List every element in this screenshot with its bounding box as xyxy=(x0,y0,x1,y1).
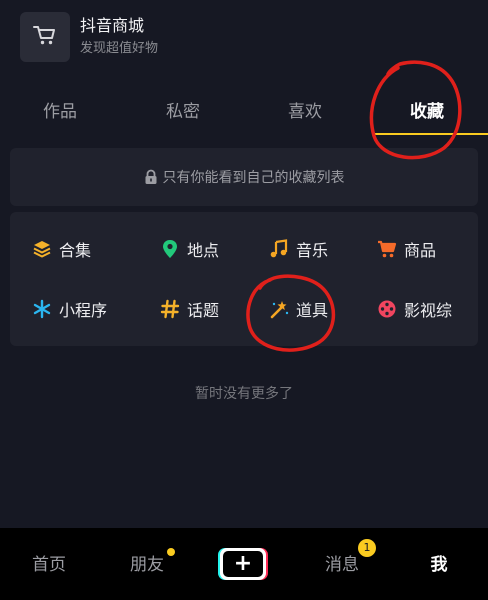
category-label: 道具 xyxy=(296,301,329,320)
category-label: 小程序 xyxy=(59,301,108,320)
category-label: 音乐 xyxy=(296,241,329,260)
nav-me[interactable]: 我 xyxy=(409,550,469,575)
category-label: 影视综 xyxy=(404,301,453,320)
hashtag-icon xyxy=(160,299,180,319)
film-reel-icon xyxy=(377,299,397,319)
music-note-icon xyxy=(269,239,289,259)
location-pin-icon xyxy=(160,239,180,259)
private-notice: 只有你能看到自己的收藏列表 xyxy=(10,148,478,206)
shop-entry[interactable]: 抖音商城 发现超值好物 xyxy=(20,12,158,62)
category-topics[interactable]: 话题 xyxy=(160,294,219,324)
lock-icon xyxy=(144,169,158,185)
category-collections[interactable]: 合集 xyxy=(32,234,91,264)
category-music[interactable]: 音乐 xyxy=(269,234,328,264)
nav-home[interactable]: 首页 xyxy=(19,550,79,575)
friends-notification-dot xyxy=(167,548,175,556)
shop-subtitle: 发现超值好物 xyxy=(80,41,159,56)
layers-icon xyxy=(32,239,52,259)
create-button[interactable]: + xyxy=(218,548,268,580)
shop-icon-box xyxy=(20,12,70,62)
category-film-tv[interactable]: 影视综 xyxy=(377,294,452,324)
category-label: 话题 xyxy=(187,301,220,320)
category-label: 合集 xyxy=(59,241,92,260)
bottom-nav: 首页 朋友 + 消息 1 我 xyxy=(0,528,488,600)
no-more-text: 暂时没有更多了 xyxy=(195,386,293,402)
tab-active-indicator xyxy=(372,133,488,135)
tab-likes[interactable]: 喜欢 xyxy=(265,92,345,132)
category-places[interactable]: 地点 xyxy=(160,234,219,264)
messages-badge: 1 xyxy=(358,539,376,557)
tab-works[interactable]: 作品 xyxy=(20,92,100,132)
shopping-cart-icon xyxy=(377,239,397,259)
favorites-category-grid: 合集 地点 音乐 商品 小程序 话题 道具 影视综 xyxy=(10,212,478,346)
category-label: 地点 xyxy=(187,241,220,260)
cart-icon xyxy=(32,23,58,51)
private-notice-text: 只有你能看到自己的收藏列表 xyxy=(162,170,345,186)
tab-private[interactable]: 私密 xyxy=(143,92,223,132)
plus-icon: + xyxy=(223,551,263,577)
magic-wand-icon xyxy=(269,299,289,319)
shop-title: 抖音商城 xyxy=(80,16,145,35)
category-label: 商品 xyxy=(404,241,437,260)
tab-favorites[interactable]: 收藏 xyxy=(387,92,467,132)
mini-program-icon xyxy=(32,299,52,319)
category-products[interactable]: 商品 xyxy=(377,234,436,264)
profile-tabs: 作品 私密 喜欢 收藏 xyxy=(0,92,488,136)
category-mini-programs[interactable]: 小程序 xyxy=(32,294,107,324)
category-effects[interactable]: 道具 xyxy=(269,294,328,324)
